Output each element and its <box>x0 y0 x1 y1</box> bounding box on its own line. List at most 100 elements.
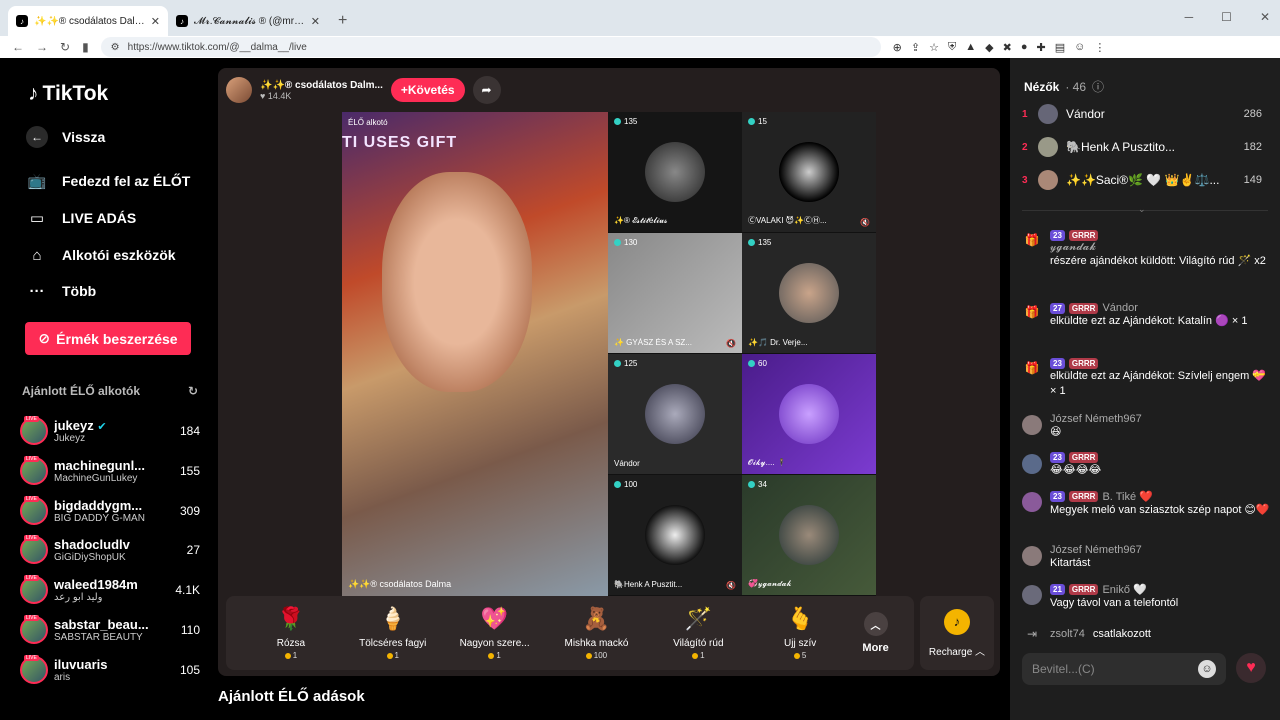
creator-item[interactable]: LIVE iluvuaris aris 105 <box>20 652 200 688</box>
chat-input[interactable]: Bevitel...(C) ☺ <box>1022 653 1226 685</box>
guest-score: 60 <box>758 359 767 368</box>
live-badge: LIVE <box>24 615 39 621</box>
gift-item[interactable]: 🍦 Tölcséres fagyi 1 <box>342 606 444 660</box>
profile-icon[interactable]: ☺ <box>1074 41 1085 54</box>
more-gifts-button[interactable]: ︿ More <box>851 612 900 654</box>
close-window-icon[interactable]: ✕ <box>1260 10 1270 24</box>
gift-item[interactable]: 🪄 Világító rúd 1 <box>647 606 749 660</box>
back-icon[interactable]: ← <box>12 40 24 54</box>
host-banner-text: TI USES GIFT <box>342 134 458 151</box>
browser-tab-2[interactable]: ♪ 𝓜𝓻.𝓒𝓪𝓷𝓷𝓪𝓵𝓲𝓼 ® (@mrcannabis_) ✕ <box>168 6 328 36</box>
share-page-icon[interactable]: ⇪ <box>911 41 920 54</box>
extension-icon[interactable]: ▲ <box>965 41 976 54</box>
forward-icon[interactable]: → <box>36 40 48 54</box>
nav-label: LIVE ADÁS <box>62 210 137 226</box>
puzzle-icon[interactable]: ✚ <box>1036 41 1045 54</box>
host-avatar[interactable] <box>226 77 252 103</box>
chat-username[interactable]: József Németh967 <box>1050 413 1270 425</box>
host-info[interactable]: ✨✨® csodálatos Dalm... ♥ 14.4K <box>260 80 383 101</box>
tiktok-favicon-icon: ♪ <box>16 15 28 27</box>
logo-text: TikTok <box>42 82 109 105</box>
top-viewer[interactable]: 1 Vándor 286 <box>1022 102 1262 126</box>
viewer-count: 155 <box>179 464 200 478</box>
share-icon[interactable]: ➦ <box>472 76 501 104</box>
host-camera[interactable]: TI USES GIFT ÉLŐ alkotó ✨✨® csodálatos D… <box>342 112 608 596</box>
chat-text: elküldte ezt az Ajándékot: Katalín 🟣 × 1 <box>1050 315 1248 327</box>
bookmark-icon[interactable]: ▮ <box>82 40 89 54</box>
guest-tile[interactable]: 100 🐘Henk A Pusztit... 🔇 <box>608 475 742 595</box>
avatar[interactable] <box>1022 546 1042 566</box>
chat-username[interactable]: Enikő 🤍 <box>1102 583 1146 596</box>
nav-more[interactable]: ··· Több <box>26 280 206 302</box>
get-coins-button[interactable]: ⊘ Érmék beszerzése <box>25 322 191 355</box>
guest-tile[interactable]: 60 𝓞𝓲𝓴𝔂.... 🕴 <box>742 354 876 474</box>
extension-icon[interactable]: ◆ <box>985 41 993 54</box>
star-icon[interactable]: ☆ <box>929 41 939 54</box>
guest-tile[interactable]: 34 💞𝓎𝓰𝓪𝓷𝓭𝓪𝓴 <box>742 475 876 595</box>
chat-message: 🎁 23 GRRR elküldte ezt az Ajándékot: Szív… <box>1022 358 1270 399</box>
top-viewer[interactable]: 3 ✨✨Saci®🌿 🤍 👑✌️⚖️... 149 <box>1022 168 1262 192</box>
chat-username[interactable]: József Németh967 <box>1050 544 1270 556</box>
gift-name: Nagyon szere... <box>459 638 530 649</box>
maximize-icon[interactable]: ☐ <box>1221 10 1232 24</box>
creator-item[interactable]: LIVE sabstar_beau... SABSTAR BEAUTY 110 <box>20 612 200 648</box>
nav-explore-live[interactable]: 📺 Fedezd fel az ÉLŐT <box>26 170 206 192</box>
zoom-icon[interactable]: ⊕ <box>893 41 902 54</box>
url-field[interactable]: ⚙ https://www.tiktok.com/@__dalma__/live <box>100 37 881 57</box>
help-icon[interactable]: ⓘ <box>1092 78 1104 95</box>
top-viewer[interactable]: 2 🐘Henk A Pusztito... 182 <box>1022 135 1262 159</box>
gift-item[interactable]: 🫰 Ujj szív 5 <box>749 606 851 660</box>
sidebar-icon[interactable]: ▤ <box>1055 41 1065 54</box>
video-grid[interactable]: TI USES GIFT ÉLŐ alkotó ✨✨® csodálatos D… <box>342 112 876 596</box>
emoji-icon[interactable]: ☺ <box>1198 660 1216 678</box>
refresh-icon[interactable]: ↻ <box>188 384 198 398</box>
chat-username[interactable]: B. Tiké ❤️ <box>1102 490 1152 503</box>
like-heart-button[interactable]: ♥ <box>1236 653 1266 683</box>
avatar[interactable] <box>1022 585 1042 605</box>
browser-tab-active[interactable]: ♪ ✨✨® csodálatos Dalma ✕ <box>8 6 168 36</box>
chat-username[interactable]: 𝓎𝓰𝓪𝓷𝓭𝓪𝓴 <box>1050 241 1270 254</box>
nav-creator-tools[interactable]: ⌂ Alkotói eszközök <box>26 244 206 266</box>
close-tab-icon[interactable]: ✕ <box>311 15 320 28</box>
chat-username[interactable]: Vándor <box>1102 302 1137 314</box>
guest-tile[interactable]: 135 ✨🎵 Dr. Verje... <box>742 233 876 353</box>
gift-item[interactable]: 🧸 Mishka mackó 100 <box>546 606 648 660</box>
chevron-down-icon[interactable]: ⌄ <box>1138 204 1146 215</box>
extension-icon[interactable]: ● <box>1021 41 1028 54</box>
menu-icon[interactable]: ⋮ <box>1094 41 1105 54</box>
creator-name: machinegunl... <box>54 458 146 473</box>
creator-item[interactable]: LIVE jukeyz ✔ Jukeyz 184 <box>20 413 200 449</box>
gift-item[interactable]: 💖 Nagyon szere... 1 <box>444 606 546 660</box>
guest-tile[interactable]: 135 ✨® 𝓔𝓼𝓽𝓲𝓽é𝓵𝓲𝓾𝓼 <box>608 112 742 232</box>
follow-button[interactable]: +Követés <box>390 78 465 102</box>
fan-badge: GRRR <box>1068 358 1099 369</box>
creator-item[interactable]: LIVE shadocludlv GiGiDiyShopUK 27 <box>20 532 200 568</box>
creator-item[interactable]: LIVE machinegunl... MachineGunLukey 155 <box>20 453 200 489</box>
avatar[interactable] <box>1022 415 1042 435</box>
tiktok-logo[interactable]: ♪ TikTok <box>28 82 108 106</box>
nav-back[interactable]: ← Vissza <box>26 126 206 148</box>
recommended-title: Ajánlott ÉLŐ alkotók <box>22 384 141 398</box>
creator-item[interactable]: LIVE bigdaddygm... BIG DADDY G-MAN 309 <box>20 493 200 529</box>
level-badge: 23 <box>1050 491 1065 502</box>
viewer-count: 105 <box>179 663 200 677</box>
joined-username[interactable]: zsolt74 <box>1050 628 1085 640</box>
site-info-icon[interactable]: ⚙ <box>111 42 120 53</box>
creator-sub: MachineGunLukey <box>54 473 138 484</box>
recharge-button[interactable]: ♪ Recharge ︿ <box>920 596 994 670</box>
new-tab-icon[interactable]: + <box>328 12 357 36</box>
guest-tile[interactable]: 15 ⒸVALAKI 😈✨ⒸⒽ... 🔇 <box>742 112 876 232</box>
extension-icon[interactable]: ✖ <box>1003 41 1012 54</box>
guest-tile[interactable]: 130 ✨ GYÁSZ ÉS A SZ... 🔇 <box>608 233 742 353</box>
avatar[interactable] <box>1022 454 1042 474</box>
gift-item[interactable]: 🌹 Rózsa 1 <box>240 606 342 660</box>
close-tab-icon[interactable]: ✕ <box>151 15 160 28</box>
avatar[interactable] <box>1022 492 1042 512</box>
minimize-icon[interactable]: ─ <box>1185 10 1194 24</box>
shield-icon[interactable]: ⛨ <box>948 41 956 54</box>
reload-icon[interactable]: ↻ <box>60 40 70 54</box>
guest-tile[interactable]: 125 Vándor <box>608 354 742 474</box>
creator-item[interactable]: LIVE waleed1984m وليد ابو رعد 4.1K <box>20 572 200 608</box>
extensions-bar: ⊕ ⇪ ☆ ⛨ ▲ ◆ ✖ ● ✚ ▤ ☺ ⋮ <box>893 41 1106 54</box>
nav-go-live[interactable]: ▭ LIVE ADÁS <box>26 207 206 229</box>
